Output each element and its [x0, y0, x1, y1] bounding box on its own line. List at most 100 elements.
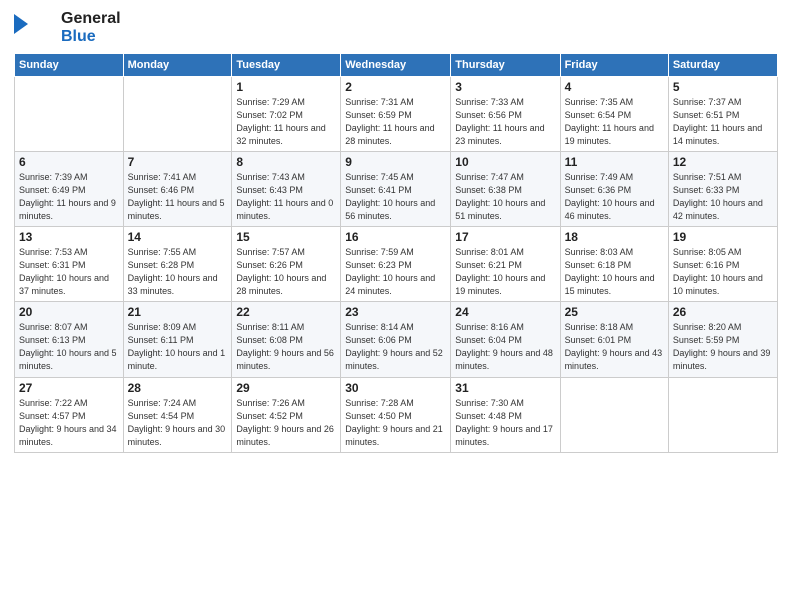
calendar-cell: [15, 76, 124, 151]
day-number: 9: [345, 155, 446, 169]
week-row-2: 6 Sunrise: 7:39 AMSunset: 6:49 PMDaylight…: [15, 151, 778, 226]
header: General Blue: [14, 10, 778, 47]
weekday-header-thursday: Thursday: [451, 53, 560, 76]
calendar-cell: 16Sunrise: 7:59 AMSunset: 6:23 PMDayligh…: [341, 227, 451, 302]
day-number: 4: [565, 80, 664, 94]
day-info: Sunrise: 7:51 AMSunset: 6:33 PMDaylight:…: [673, 171, 773, 223]
day-number: 26: [673, 305, 773, 319]
calendar-cell: 9 Sunrise: 7:45 AMSunset: 6:41 PMDaylight…: [341, 151, 451, 226]
calendar-cell: 28 Sunrise: 7:24 AMSunset: 4:54 PMDayligh…: [123, 377, 232, 452]
calendar-cell: 7Sunrise: 7:41 AMSunset: 6:46 PMDaylight…: [123, 151, 232, 226]
weekday-header-monday: Monday: [123, 53, 232, 76]
calendar-cell: 18Sunrise: 8:03 AMSunset: 6:18 PMDayligh…: [560, 227, 668, 302]
day-number: 5: [673, 80, 773, 94]
calendar-cell: 30 Sunrise: 7:28 AMSunset: 4:50 PMDayligh…: [341, 377, 451, 452]
day-number: 22: [236, 305, 336, 319]
calendar-cell: 23 Sunrise: 8:14 AMSunset: 6:06 PMDayligh…: [341, 302, 451, 377]
day-info: Sunrise: 7:24 AMSunset: 4:54 PMDaylight:…: [128, 397, 228, 449]
calendar-cell: 5Sunrise: 7:37 AMSunset: 6:51 PMDaylight…: [668, 76, 777, 151]
day-number: 11: [565, 155, 664, 169]
weekday-header-sunday: Sunday: [15, 53, 124, 76]
day-info: Sunrise: 7:43 AMSunset: 6:43 PMDaylight:…: [236, 171, 336, 223]
day-number: 1: [236, 80, 336, 94]
day-number: 10: [455, 155, 555, 169]
calendar-cell: 27 Sunrise: 7:22 AMSunset: 4:57 PMDayligh…: [15, 377, 124, 452]
day-info: Sunrise: 7:59 AMSunset: 6:23 PMDaylight:…: [345, 246, 446, 298]
day-number: 20: [19, 305, 119, 319]
day-info: Sunrise: 8:20 AMSunset: 5:59 PMDaylight:…: [673, 321, 773, 373]
calendar-cell: 4 Sunrise: 7:35 AMSunset: 6:54 PMDaylight…: [560, 76, 668, 151]
day-info: Sunrise: 8:11 AMSunset: 6:08 PMDaylight:…: [236, 321, 336, 373]
calendar-cell: 22 Sunrise: 8:11 AMSunset: 6:08 PMDayligh…: [232, 302, 341, 377]
day-info: Sunrise: 8:03 AMSunset: 6:18 PMDaylight:…: [565, 246, 664, 298]
day-number: 25: [565, 305, 664, 319]
day-number: 21: [128, 305, 228, 319]
day-number: 6: [19, 155, 119, 169]
day-info: Sunrise: 7:28 AMSunset: 4:50 PMDaylight:…: [345, 397, 446, 449]
calendar-cell: 29Sunrise: 7:26 AMSunset: 4:52 PMDayligh…: [232, 377, 341, 452]
calendar-cell: 2Sunrise: 7:31 AMSunset: 6:59 PMDaylight…: [341, 76, 451, 151]
day-info: Sunrise: 7:22 AMSunset: 4:57 PMDaylight:…: [19, 397, 119, 449]
day-number: 8: [236, 155, 336, 169]
logo: General Blue: [14, 10, 121, 47]
day-number: 28: [128, 381, 228, 395]
logo-text: General Blue: [61, 10, 121, 47]
day-info: Sunrise: 7:57 AMSunset: 6:26 PMDaylight:…: [236, 246, 336, 298]
calendar-cell: 13 Sunrise: 7:53 AMSunset: 6:31 PMDayligh…: [15, 227, 124, 302]
day-info: Sunrise: 7:39 AMSunset: 6:49 PMDaylight:…: [19, 171, 119, 223]
weekday-header-tuesday: Tuesday: [232, 53, 341, 76]
calendar-table: SundayMondayTuesdayWednesdayThursdayFrid…: [14, 53, 778, 453]
calendar-cell: [560, 377, 668, 452]
calendar-cell: [668, 377, 777, 452]
day-info: Sunrise: 7:33 AMSunset: 6:56 PMDaylight:…: [455, 96, 555, 148]
day-info: Sunrise: 7:47 AMSunset: 6:38 PMDaylight:…: [455, 171, 555, 223]
calendar-cell: 12 Sunrise: 7:51 AMSunset: 6:33 PMDayligh…: [668, 151, 777, 226]
day-number: 30: [345, 381, 446, 395]
calendar-cell: 3 Sunrise: 7:33 AMSunset: 6:56 PMDaylight…: [451, 76, 560, 151]
day-number: 13: [19, 230, 119, 244]
calendar-cell: 25Sunrise: 8:18 AMSunset: 6:01 PMDayligh…: [560, 302, 668, 377]
day-number: 12: [673, 155, 773, 169]
page: General Blue SundayMondayTuesdayWednesda…: [0, 0, 792, 612]
day-info: Sunrise: 8:14 AMSunset: 6:06 PMDaylight:…: [345, 321, 446, 373]
day-number: 24: [455, 305, 555, 319]
day-info: Sunrise: 8:16 AMSunset: 6:04 PMDaylight:…: [455, 321, 555, 373]
week-row-3: 13 Sunrise: 7:53 AMSunset: 6:31 PMDayligh…: [15, 227, 778, 302]
day-info: Sunrise: 7:26 AMSunset: 4:52 PMDaylight:…: [236, 397, 336, 449]
day-info: Sunrise: 7:30 AMSunset: 4:48 PMDaylight:…: [455, 397, 555, 449]
calendar-cell: 20 Sunrise: 8:07 AMSunset: 6:13 PMDayligh…: [15, 302, 124, 377]
weekday-header-wednesday: Wednesday: [341, 53, 451, 76]
calendar-cell: [123, 76, 232, 151]
logo-icon: [33, 10, 61, 38]
day-number: 15: [236, 230, 336, 244]
weekday-header-friday: Friday: [560, 53, 668, 76]
day-number: 7: [128, 155, 228, 169]
day-number: 3: [455, 80, 555, 94]
calendar-cell: 6 Sunrise: 7:39 AMSunset: 6:49 PMDaylight…: [15, 151, 124, 226]
day-info: Sunrise: 8:07 AMSunset: 6:13 PMDaylight:…: [19, 321, 119, 373]
calendar-cell: 14Sunrise: 7:55 AMSunset: 6:28 PMDayligh…: [123, 227, 232, 302]
calendar-cell: 11 Sunrise: 7:49 AMSunset: 6:36 PMDayligh…: [560, 151, 668, 226]
day-number: 19: [673, 230, 773, 244]
day-number: 14: [128, 230, 228, 244]
calendar-cell: 1Sunrise: 7:29 AMSunset: 7:02 PMDaylight…: [232, 76, 341, 151]
calendar-cell: 24 Sunrise: 8:16 AMSunset: 6:04 PMDayligh…: [451, 302, 560, 377]
week-row-1: 1Sunrise: 7:29 AMSunset: 7:02 PMDaylight…: [15, 76, 778, 151]
calendar-cell: 31 Sunrise: 7:30 AMSunset: 4:48 PMDayligh…: [451, 377, 560, 452]
day-number: 27: [19, 381, 119, 395]
calendar-cell: 17Sunrise: 8:01 AMSunset: 6:21 PMDayligh…: [451, 227, 560, 302]
calendar-cell: 8 Sunrise: 7:43 AMSunset: 6:43 PMDaylight…: [232, 151, 341, 226]
calendar-cell: 15 Sunrise: 7:57 AMSunset: 6:26 PMDayligh…: [232, 227, 341, 302]
day-info: Sunrise: 7:49 AMSunset: 6:36 PMDaylight:…: [565, 171, 664, 223]
day-number: 31: [455, 381, 555, 395]
day-info: Sunrise: 7:45 AMSunset: 6:41 PMDaylight:…: [345, 171, 446, 223]
calendar-cell: 21Sunrise: 8:09 AMSunset: 6:11 PMDayligh…: [123, 302, 232, 377]
calendar-cell: 26 Sunrise: 8:20 AMSunset: 5:59 PMDayligh…: [668, 302, 777, 377]
day-info: Sunrise: 7:53 AMSunset: 6:31 PMDaylight:…: [19, 246, 119, 298]
calendar-cell: 10 Sunrise: 7:47 AMSunset: 6:38 PMDayligh…: [451, 151, 560, 226]
calendar-cell: 19Sunrise: 8:05 AMSunset: 6:16 PMDayligh…: [668, 227, 777, 302]
day-number: 17: [455, 230, 555, 244]
weekday-header-saturday: Saturday: [668, 53, 777, 76]
day-info: Sunrise: 7:35 AMSunset: 6:54 PMDaylight:…: [565, 96, 664, 148]
day-number: 23: [345, 305, 446, 319]
